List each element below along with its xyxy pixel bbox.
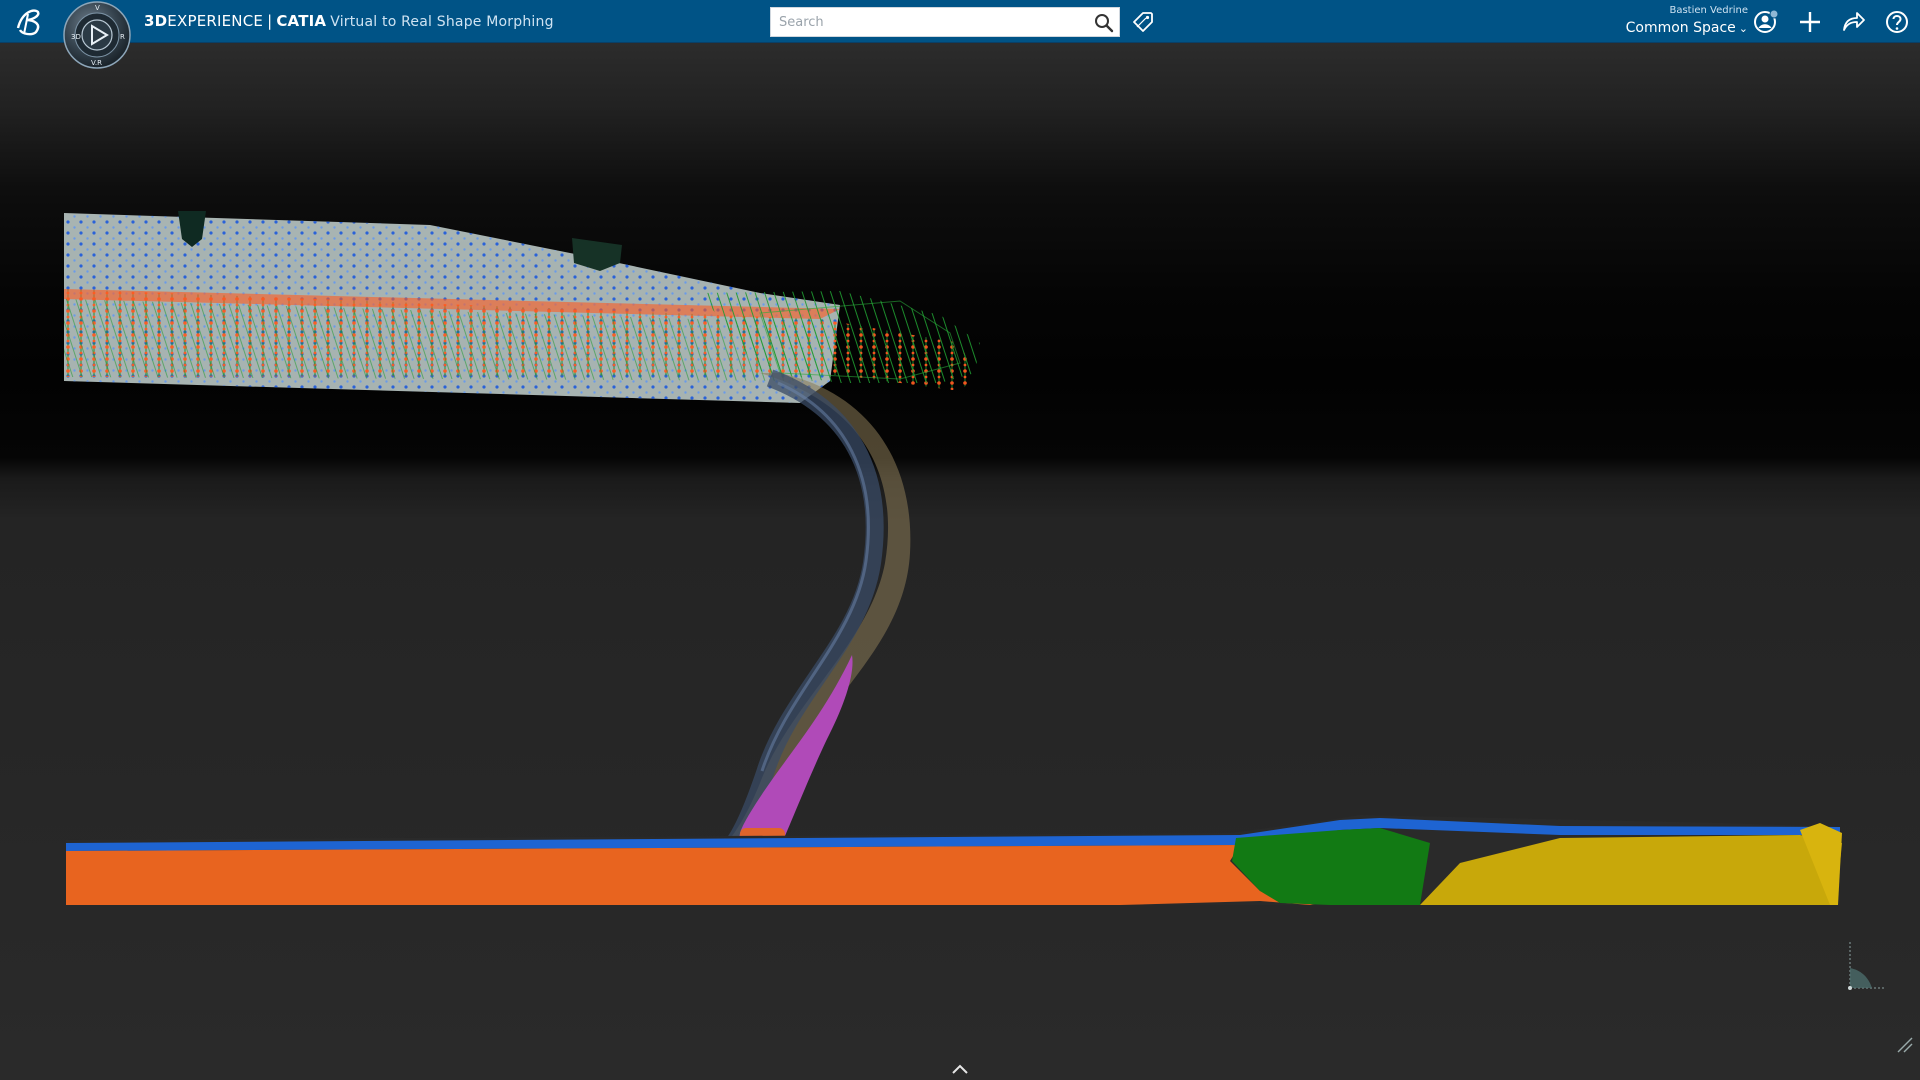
3d-viewport[interactable] [0,43,1920,1080]
compass-icon[interactable]: 3D V R V.R [62,1,132,71]
top-bar: 3D V R V.R 3DEXPERIENCE | CATIA Virtual to … [0,0,1920,69]
user-space-selector[interactable]: Bastien Vedrine Common Space ⌄ [1600,5,1748,38]
chevron-down-icon: ⌄ [1738,22,1748,35]
add-icon[interactable] [1797,9,1823,35]
user-name: Bastien Vedrine [1669,5,1748,16]
collapse-toolbar-icon[interactable] [950,1062,970,1076]
tag-icon[interactable] [1131,10,1155,34]
viewport-background [0,43,1920,1080]
help-icon[interactable] [1884,9,1910,35]
brand-title: Virtual to Real Shape Morphing [330,14,554,30]
brand-experience: EXPERIENCE [167,12,264,30]
search-box [770,7,1120,37]
brand-3d: 3D [144,12,168,30]
compass-label-v: V [95,4,100,12]
user-icon[interactable] [1753,9,1779,35]
space-name: Common Space [1625,20,1736,36]
compass-label-3d: 3D [71,33,81,41]
search-input[interactable] [771,8,1097,36]
brand-separator: | [267,12,273,30]
ds-logo-icon[interactable] [12,4,48,38]
share-icon[interactable] [1840,9,1866,35]
resize-grip-icon[interactable] [1896,1036,1914,1054]
app-title: 3DEXPERIENCE | CATIA Virtual to Real Shape … [144,12,554,30]
axis-triad-icon[interactable] [1838,936,1888,996]
compass-label-r: R [120,33,125,41]
compass-label-vr: V.R [91,59,102,67]
brand-app: CATIA [276,12,327,30]
search-icon[interactable] [1093,12,1115,34]
